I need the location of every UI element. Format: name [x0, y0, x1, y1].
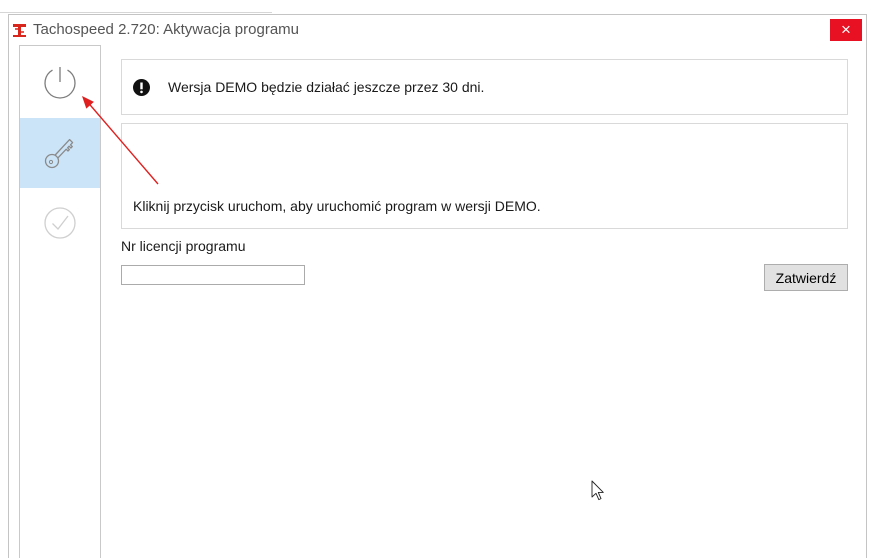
- demo-notice-text: Wersja DEMO będzie działać jeszcze przez…: [168, 79, 485, 95]
- sidebar-item-launch[interactable]: [20, 48, 100, 118]
- close-button[interactable]: ×: [830, 19, 862, 41]
- close-icon: ×: [841, 20, 851, 39]
- submit-button[interactable]: Zatwierdź: [764, 264, 848, 291]
- sidebar-item-license[interactable]: [20, 118, 100, 188]
- instruction-text: Kliknij przycisk uruchom, aby uruchomić …: [133, 198, 541, 214]
- tachospeed-logo-icon: [12, 23, 27, 38]
- exclamation-circle-icon: [133, 78, 150, 96]
- demo-notice: Wersja DEMO będzie działać jeszcze przez…: [121, 59, 848, 115]
- license-number-input[interactable]: [121, 265, 305, 285]
- window-title: Tachospeed 2.720: Aktywacja programu: [33, 21, 299, 38]
- activation-window: Tachospeed 2.720: Aktywacja programu × W…: [8, 14, 867, 558]
- background-app-edge: [0, 12, 272, 13]
- instruction-panel: Kliknij przycisk uruchom, aby uruchomić …: [121, 123, 848, 229]
- step-sidebar: [19, 45, 101, 558]
- power-icon: [44, 67, 76, 99]
- key-icon: [44, 138, 74, 169]
- check-circle-icon: [44, 207, 76, 239]
- title-bar[interactable]: Tachospeed 2.720: Aktywacja programu ×: [9, 15, 866, 45]
- sidebar-item-confirm[interactable]: [20, 188, 100, 258]
- license-number-label: Nr licencji programu: [121, 238, 246, 254]
